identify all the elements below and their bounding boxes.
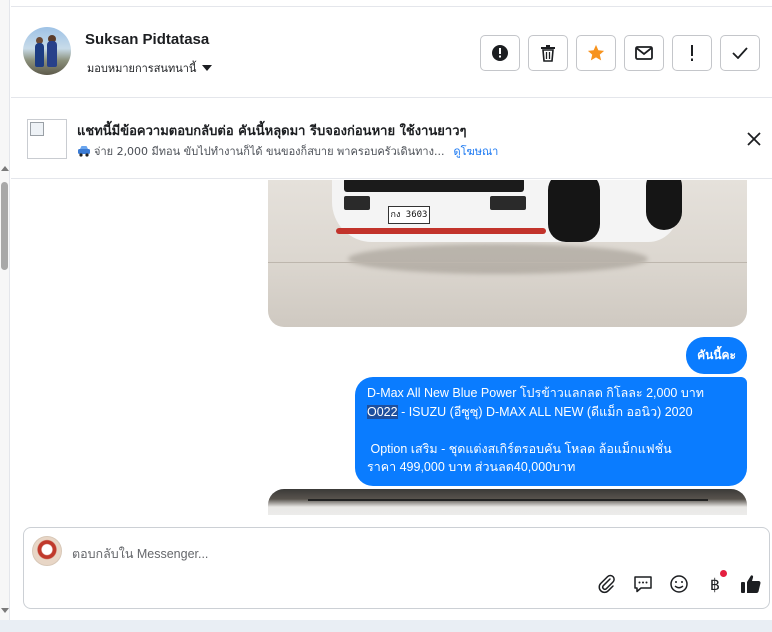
mark-unread-button[interactable] xyxy=(624,35,664,71)
composer-tools: ฿ xyxy=(593,570,765,598)
contact-name[interactable]: Suksan Pidtatasa xyxy=(85,31,209,48)
paperclip-icon xyxy=(598,574,615,594)
scrollbar-thumb[interactable] xyxy=(1,182,8,270)
exclamation-icon xyxy=(691,45,693,61)
reply-input[interactable]: ตอบกลับใน Messenger... xyxy=(72,544,208,564)
close-icon xyxy=(747,132,761,146)
scroll-down-icon[interactable] xyxy=(1,608,9,613)
message-thread[interactable]: กง 3603 คันนี้คะ D-Max All New Blue Powe… xyxy=(11,180,772,515)
ad-subtitle: จ่าย 2,000 มีทอน ขับไปทำงานก็ได้ ขนของก็… xyxy=(77,142,498,160)
mark-important-button[interactable] xyxy=(672,35,712,71)
scroll-up-icon[interactable] xyxy=(1,166,9,171)
mark-done-button[interactable] xyxy=(720,35,760,71)
ad-subtitle-text: จ่าย 2,000 มีทอน ขับไปทำงานก็ได้ ขนของก็… xyxy=(94,145,445,158)
outgoing-message-long[interactable]: D-Max All New Blue Power โปรข้าวแลกลด กิ… xyxy=(355,377,747,486)
thumbs-up-icon xyxy=(741,575,761,593)
scrollbar[interactable] xyxy=(0,0,10,632)
outgoing-message-short[interactable]: คันนี้คะ xyxy=(686,337,747,374)
conversation-actions xyxy=(480,35,760,71)
assign-label: มอบหมายการสนทนานี้ xyxy=(87,62,197,75)
car-icon xyxy=(78,146,90,157)
window-bottom-edge xyxy=(0,620,772,632)
emoji-icon xyxy=(670,575,688,593)
baht-icon: ฿ xyxy=(709,574,721,594)
page-avatar xyxy=(32,536,62,566)
saved-replies-button[interactable] xyxy=(629,570,657,598)
avatar[interactable] xyxy=(23,27,71,75)
spam-button[interactable] xyxy=(480,35,520,71)
payment-button[interactable]: ฿ xyxy=(701,570,729,598)
notification-dot xyxy=(720,570,727,577)
like-button[interactable] xyxy=(737,570,765,598)
reply-composer[interactable]: ตอบกลับใน Messenger... ฿ xyxy=(23,527,770,609)
ad-thumbnail[interactable] xyxy=(27,119,67,159)
assign-conversation-dropdown[interactable]: มอบหมายการสนทนานี้ xyxy=(87,59,213,77)
follow-up-button[interactable] xyxy=(576,35,616,71)
message-line-3: Option เสริม - ชุดแต่งสเกิร์ตรอบคัน โหลด… xyxy=(367,441,672,456)
car-photo-message[interactable]: กง 3603 xyxy=(268,180,747,327)
view-ad-link[interactable]: ดูโฆษณา xyxy=(453,142,498,160)
attach-button[interactable] xyxy=(593,570,621,598)
conversation-header: Suksan Pidtatasa มอบหมายการสนทนานี้ xyxy=(11,6,772,98)
trash-icon xyxy=(541,45,555,62)
delete-button[interactable] xyxy=(528,35,568,71)
caret-down-icon xyxy=(202,65,213,71)
ad-title: แชทนี้มีข้อความตอบกลับต่อ คันนี้หลุดมา ร… xyxy=(77,124,467,139)
message-line-1: D-Max All New Blue Power โปรข้าวแลกลด กิ… xyxy=(367,386,705,400)
envelope-icon xyxy=(635,46,653,60)
star-icon xyxy=(587,44,605,61)
alert-circle-icon xyxy=(492,45,508,61)
emoji-button[interactable] xyxy=(665,570,693,598)
check-icon xyxy=(732,47,748,59)
messenger-inbox-window: Suksan Pidtatasa มอบหมายการสนทนานี้ แชทน… xyxy=(0,0,772,632)
license-plate: กง 3603 xyxy=(388,206,430,224)
saved-reply-icon xyxy=(634,576,652,593)
message-line-2: - ISUZU (อีซูซุ) D-MAX ALL NEW (ดีแม็ก อ… xyxy=(397,404,693,419)
message-code-highlight: O022 xyxy=(367,404,398,419)
photo-message[interactable] xyxy=(268,489,747,515)
message-line-4: ราคา 499,000 บาท ส่วนลด40,000บาท xyxy=(367,460,576,474)
close-banner-button[interactable] xyxy=(744,129,764,149)
ad-context-banner: แชทนี้มีข้อความตอบกลับต่อ คันนี้หลุดมา ร… xyxy=(11,99,772,179)
